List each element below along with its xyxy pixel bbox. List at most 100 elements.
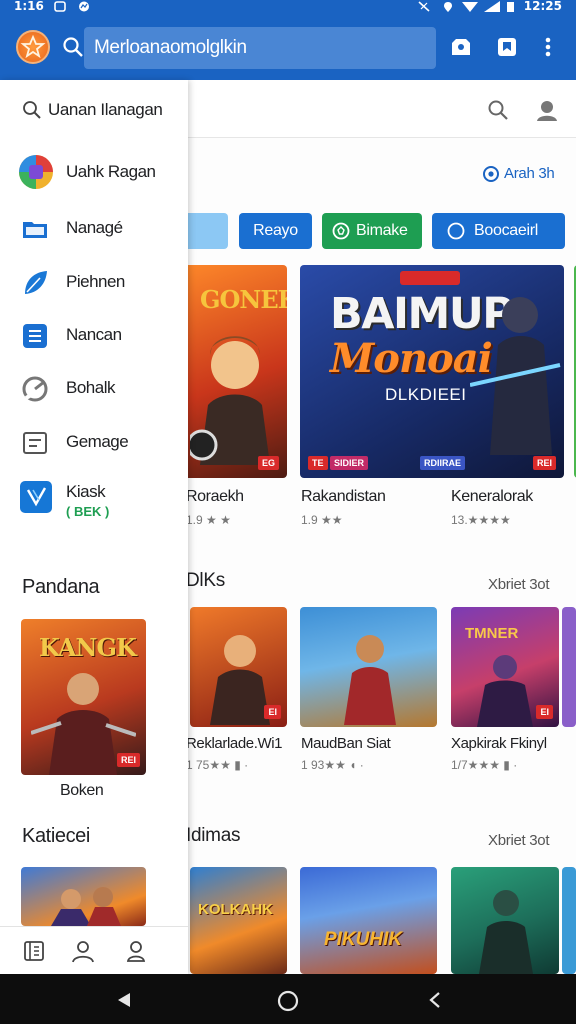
chip-boocaeirl[interactable]: Boocaeirl [432, 213, 565, 249]
chip-bimake-label: Bimake [356, 222, 408, 239]
messenger-icon [79, 1, 89, 12]
game-card-2[interactable]: TMNER EI [451, 607, 559, 727]
section-title: Idimas [186, 825, 241, 846]
avatar-icon [19, 155, 53, 189]
game-art-image [479, 890, 533, 974]
featured-card-1[interactable]: BAIMUP Monoai DLKDIEEI TE SIDIER RDIIRAE… [300, 265, 564, 478]
drawer-item-label: Nanagé [66, 218, 123, 237]
card-tag: EI [264, 705, 281, 719]
account-icon[interactable] [534, 97, 560, 123]
star-logo-icon [20, 34, 46, 59]
card-tag: RDIIRAE [420, 456, 466, 470]
card-tag: REI [532, 456, 556, 470]
drawer-item-label: Piehnen [66, 272, 125, 291]
drawer-section-title: Pandana [22, 576, 100, 598]
card-banner-text: KOLKAHK [198, 901, 273, 918]
home-icon[interactable] [277, 990, 299, 1012]
card-rating: 1 93★★ ◖ · [301, 758, 364, 772]
status-bar: 1:16 12:25 [0, 0, 576, 14]
drawer-item-label: Gemage [66, 432, 129, 451]
mute-icon [418, 1, 430, 12]
store-icon[interactable] [448, 34, 474, 60]
navigation-drawer: Uanan Ilanagan Uahk Ragan Nanagé Piehnen… [0, 80, 188, 974]
card-tag: EG [257, 456, 279, 470]
drawer-item-uahk-ragan[interactable]: Uahk Ragan [0, 150, 188, 194]
bookmark-icon[interactable] [494, 34, 520, 60]
drawer-item-piehnen[interactable]: Piehnen [0, 260, 188, 304]
card-banner-text: GONEK [200, 285, 287, 314]
library-icon[interactable] [22, 939, 46, 963]
card-rating: 13.★★★★ [451, 513, 511, 527]
card-title: Roraekh [186, 488, 244, 505]
more-options-icon[interactable] [538, 34, 558, 60]
drawer-item-gemage[interactable]: Gemage [0, 420, 188, 464]
card-title: Reklarlade.Wi1 [186, 735, 283, 752]
drawer-section-title: Katiecei [22, 825, 90, 847]
card-title: Keneralorak [451, 488, 533, 505]
search-icon[interactable] [486, 98, 510, 122]
search-icon[interactable] [22, 100, 42, 120]
game-art-image [51, 887, 121, 926]
location-icon [444, 2, 452, 12]
see-more-link[interactable]: Xbriet 3ot [488, 576, 550, 593]
see-more-link[interactable]: Xbriet 3ot [488, 832, 550, 849]
eye-icon[interactable] [482, 165, 500, 183]
app-logo[interactable] [16, 30, 50, 64]
game-art-image [344, 635, 396, 725]
card-rating: 1/7★★★ ▮ · [451, 758, 518, 772]
game-card-4[interactable]: PIKUHIK [300, 867, 437, 974]
drawer-game-card[interactable] [21, 867, 146, 926]
game-card-1[interactable] [300, 607, 437, 727]
profile-icon[interactable] [70, 939, 96, 963]
drawer-item-nanage[interactable]: Nanagé [0, 206, 188, 250]
section-title: DlKs [186, 570, 225, 591]
drawer-search-label[interactable]: Uanan Ilanagan [48, 100, 163, 120]
card-rating: 1 75★★ ▮ · [186, 758, 249, 772]
soldier-art-image [470, 297, 561, 455]
hero-art-image [190, 336, 270, 465]
leaf-icon [25, 271, 47, 294]
game-art-image [477, 655, 533, 727]
chip-bimake[interactable]: Bimake [322, 213, 422, 249]
card-banner-text: KANGK [39, 633, 137, 662]
card-tag: TE [308, 456, 328, 470]
list-icon [23, 432, 47, 454]
drawer-item-label: Kiask [66, 482, 106, 501]
card-tag: EI [536, 705, 553, 719]
drawer-item-nancan[interactable]: Nancan [0, 313, 188, 357]
drawer-item-label: Uahk Ragan [66, 162, 156, 181]
battery-icon [507, 2, 514, 12]
drawer-item-kiask[interactable]: Kiask ( BEK ) [0, 474, 188, 530]
banner-line3: DLKDIEEI [385, 385, 467, 404]
sim-icon [54, 1, 66, 12]
game-card-edge[interactable] [562, 607, 576, 727]
game-card-edge[interactable] [562, 867, 576, 974]
drawer-item-bohalk[interactable]: Bohalk [0, 366, 188, 410]
search-icon[interactable] [62, 36, 84, 58]
game-card-5[interactable] [451, 867, 559, 974]
card-banner-text: PIKUHIK [324, 929, 403, 950]
card-title: Rakandistan [301, 488, 386, 505]
account-icon[interactable] [124, 939, 148, 963]
game-card-3[interactable]: KOLKAHK [190, 867, 287, 974]
status-clock: 12:25 [523, 0, 562, 13]
card-tag: SIDIER [330, 456, 369, 470]
drawer-game-card[interactable]: KANGK REI [21, 619, 146, 775]
card-title: Xapkirak Fkinyl [451, 735, 547, 752]
search-input[interactable]: Merloanaomolglkin [84, 27, 436, 69]
circle-icon [447, 222, 465, 240]
refresh-icon [22, 376, 48, 402]
drawer-item-label: Nancan [66, 325, 122, 344]
top-link[interactable]: Arah 3h [504, 165, 555, 182]
chip-reayo[interactable]: Reayo [239, 213, 312, 249]
back-icon[interactable] [116, 992, 132, 1008]
drawer-card-title: Boken [60, 782, 104, 799]
card-tag: REI [116, 753, 140, 767]
banner-ribbon [400, 271, 460, 285]
card-banner-text: TMNER [465, 625, 519, 642]
recents-icon[interactable] [428, 992, 442, 1008]
game-card-0[interactable]: EI [190, 607, 287, 727]
document-icon [23, 324, 47, 348]
status-time: 1:16 [14, 0, 44, 13]
chip-boocaeirl-label: Boocaeirl [474, 222, 539, 239]
